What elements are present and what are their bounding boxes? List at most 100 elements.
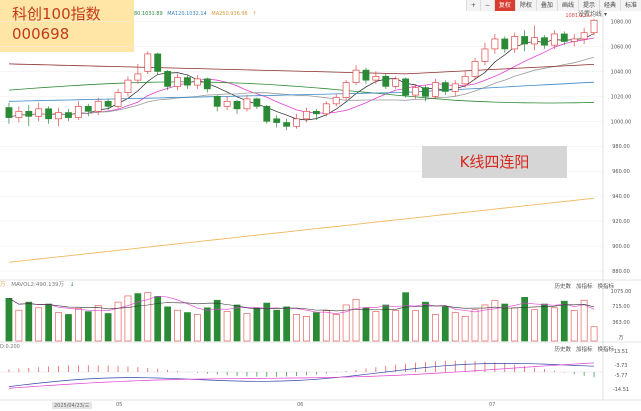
price-tick-label: 940.00 — [612, 194, 630, 200]
candle-body — [541, 37, 548, 46]
volume-bar — [412, 310, 419, 342]
volume-add-indicator-tab[interactable]: 加指标 — [576, 283, 593, 291]
stock-chart-window: + − 复权 除权 叠加 画线 提示 经典 标准 科创100指数 000698 80.1031.… — [0, 0, 641, 411]
volume-bar — [471, 309, 479, 342]
candle-body — [25, 110, 33, 117]
volume-bar — [441, 306, 449, 342]
volume-bar — [223, 311, 231, 342]
candle-body — [164, 71, 172, 87]
volume-label: 万 MAVOL2:490.139万 ↓ — [0, 281, 78, 289]
price-tick-label: 960.00 — [612, 169, 630, 175]
candle-body — [134, 73, 142, 81]
candle-body — [570, 38, 578, 42]
volume-bar — [511, 307, 519, 342]
chart-canvas: 1080.00 1060.00 1040.00 1020.00 1000.00 980.0… — [0, 10, 641, 401]
volume-bar — [75, 307, 82, 342]
candle-body — [74, 105, 82, 118]
candle-body — [441, 82, 449, 92]
volume-bar — [213, 299, 221, 342]
candle-body — [213, 95, 221, 107]
candle-body — [253, 98, 261, 107]
candle-body — [174, 77, 181, 87]
macd-axis-label: -5.77 — [615, 373, 628, 379]
arrow-down-icon: ↓ — [69, 282, 75, 288]
candle-body — [372, 76, 380, 81]
macd-dea-line — [8, 362, 595, 389]
candle-body — [382, 76, 390, 87]
volume-axis-label: 715.00 — [612, 304, 630, 310]
volume-bar — [541, 303, 548, 342]
candle-body — [55, 112, 62, 120]
candle-body — [144, 53, 152, 72]
candle-body — [342, 82, 350, 98]
macd-add-indicator-tab[interactable]: 加指标 — [576, 346, 593, 354]
macd-axis-label: 13.51 — [614, 349, 628, 355]
candle-body — [243, 98, 251, 110]
volume-bar — [283, 306, 290, 342]
volume-bar — [422, 301, 429, 342]
volume-bar — [432, 314, 439, 342]
candle-body — [461, 76, 469, 85]
volume-axis-label: 363.00 — [612, 320, 630, 326]
price-tick-label: 1020.00 — [611, 94, 632, 100]
candle-body — [114, 92, 122, 107]
price-tick-label: 1080.00 — [611, 19, 632, 25]
volume-bar — [570, 310, 578, 342]
candle-body — [104, 100, 112, 107]
volume-bar — [55, 312, 62, 342]
volume-history-tab[interactable]: 历史数 — [554, 283, 571, 291]
candle-body — [332, 97, 340, 105]
candle-body — [511, 36, 519, 50]
candle-body — [481, 48, 489, 62]
ma60-line — [8, 81, 595, 104]
volume-bar — [491, 300, 499, 342]
candle-body — [580, 32, 588, 40]
candle-body — [491, 38, 499, 50]
volume-bar — [303, 316, 310, 342]
volume-bar — [174, 309, 181, 342]
volume-bar — [461, 316, 469, 342]
cursor-date: 2025/04/23/三 — [52, 402, 92, 409]
volume-bar — [531, 309, 538, 342]
ma30-line — [8, 63, 595, 75]
candle-body — [184, 77, 191, 86]
macd-label: D:0.200 — [0, 344, 20, 350]
price-tick-label: 920.00 — [612, 219, 630, 225]
candle-body — [303, 110, 310, 120]
macd-change-indicator-tab[interactable]: 换指标 — [597, 346, 614, 354]
macd-axis-label: -3.73 — [615, 363, 628, 369]
candle-body — [402, 78, 410, 96]
candle-body — [560, 33, 568, 42]
volume-change-indicator-tab[interactable]: 换指标 — [597, 283, 614, 291]
candle-body — [293, 118, 300, 127]
volume-bar — [124, 295, 132, 342]
volume-unit-label: 万 — [0, 282, 6, 288]
volume-bar — [313, 312, 320, 342]
candle-body — [471, 61, 479, 77]
candle-body — [422, 87, 429, 97]
volume-bar — [233, 304, 241, 342]
volume-bar — [194, 314, 201, 342]
volume-bar — [352, 298, 360, 342]
macd-axis-label: -14.51 — [613, 387, 629, 393]
month-label-06: 06 — [297, 402, 304, 408]
volume-bar — [521, 297, 528, 342]
mavol-label: MAVOL2:490.139万 — [11, 282, 65, 288]
ma120-line — [8, 81, 595, 102]
macd-history-tab[interactable]: 历史数 — [554, 346, 571, 354]
volume-bar — [332, 314, 340, 342]
date-axis: 2025/04/23/三 05 06 07 — [0, 401, 641, 411]
volume-bar — [501, 303, 509, 342]
macd-tabs: 历史数 加指标 换指标 — [554, 346, 614, 354]
candle-body — [590, 19, 598, 34]
volume-bar — [293, 314, 300, 342]
volume-bar — [392, 310, 400, 342]
volume-bar — [580, 299, 588, 342]
last-price-label: 1081.13 — [565, 13, 586, 19]
volume-bar — [451, 312, 459, 342]
volume-bar — [382, 304, 390, 342]
candle-body — [550, 33, 558, 46]
candle-body — [154, 53, 162, 72]
volume-bar — [35, 307, 43, 342]
candle-body — [15, 110, 23, 118]
